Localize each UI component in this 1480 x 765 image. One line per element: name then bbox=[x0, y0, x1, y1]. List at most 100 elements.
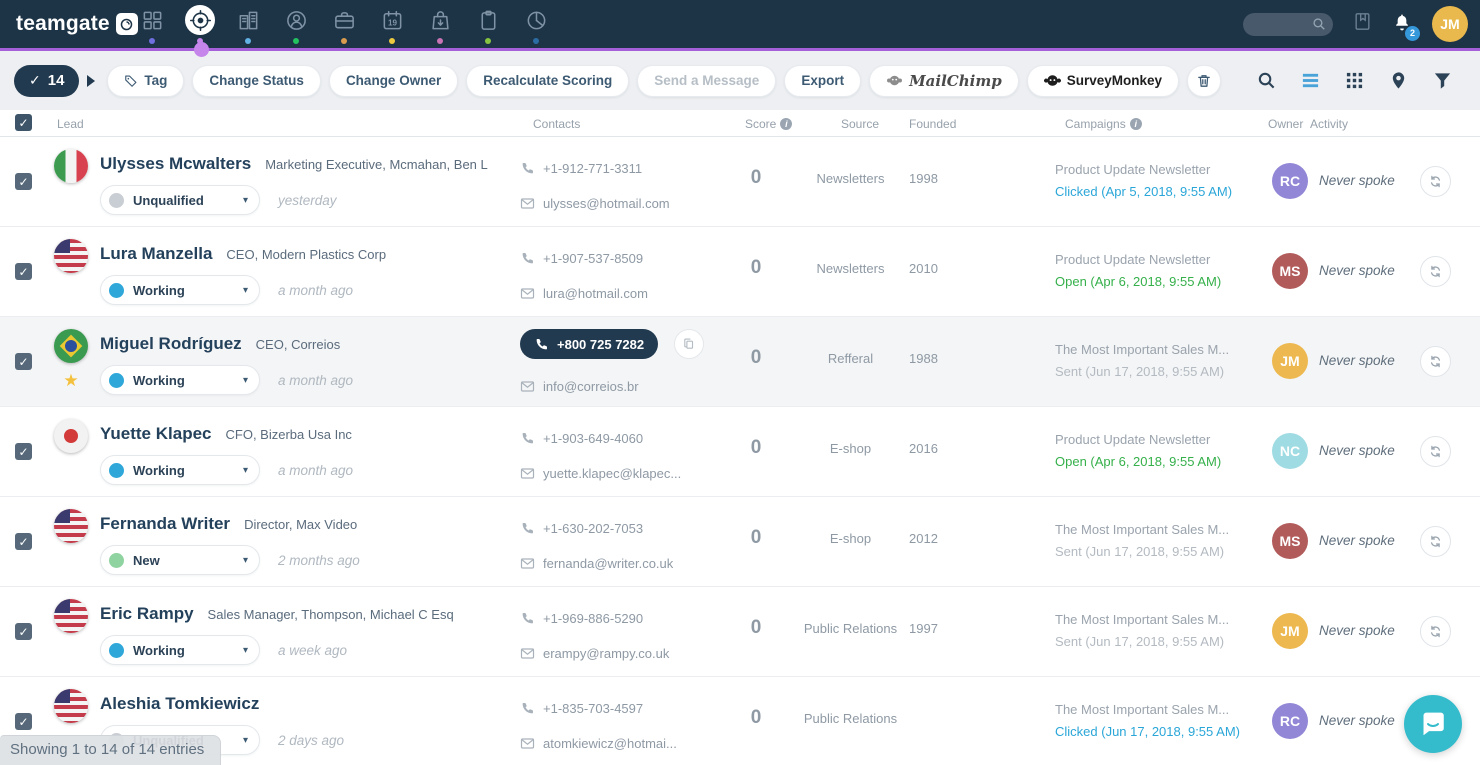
phone-number[interactable]: +1-630-202-7053 bbox=[543, 521, 643, 536]
owner-avatar[interactable]: NC bbox=[1272, 433, 1308, 469]
select-all-checkbox[interactable] bbox=[15, 114, 32, 131]
toolbar-recalculate-scoring-button[interactable]: Recalculate Scoring bbox=[466, 65, 629, 97]
lead-name[interactable]: Aleshia Tomkiewicz bbox=[100, 694, 259, 714]
email-address[interactable]: fernanda@writer.co.uk bbox=[543, 556, 673, 571]
lead-name[interactable]: Miguel Rodríguez bbox=[100, 334, 242, 354]
campaign-status[interactable]: Sent (Jun 17, 2018, 9:55 AM) bbox=[1055, 364, 1290, 379]
refresh-activity-button[interactable] bbox=[1420, 166, 1451, 197]
toolbar-send-a-message-button[interactable]: Send a Message bbox=[637, 65, 776, 97]
campaign-status[interactable]: Clicked (Apr 5, 2018, 9:55 AM) bbox=[1055, 184, 1290, 199]
row-checkbox[interactable] bbox=[15, 713, 32, 730]
campaign-status[interactable]: Clicked (Jun 17, 2018, 9:55 AM) bbox=[1055, 724, 1290, 739]
toolbar-change-owner-button[interactable]: Change Owner bbox=[329, 65, 458, 97]
phone-row[interactable]: +1-912-771-3311 bbox=[520, 161, 642, 176]
lead-name[interactable]: Eric Rampy bbox=[100, 604, 194, 624]
owner-avatar[interactable]: JM bbox=[1272, 343, 1308, 379]
column-header-campaigns: Campaigns bbox=[1065, 117, 1142, 131]
favorite-star-icon[interactable] bbox=[63, 371, 78, 391]
phone-number[interactable]: +1-969-886-5290 bbox=[543, 611, 643, 626]
phone-number[interactable]: +1-835-703-4597 bbox=[543, 701, 643, 716]
nav-item-companies[interactable] bbox=[224, 0, 272, 48]
row-checkbox[interactable] bbox=[15, 623, 32, 640]
phone-row[interactable]: +1-835-703-4597 bbox=[520, 701, 643, 716]
status-dropdown[interactable]: Working bbox=[100, 635, 260, 665]
nav-item-products[interactable] bbox=[416, 0, 464, 48]
toolbar-tag-button[interactable]: Tag bbox=[107, 65, 184, 97]
lead-name[interactable]: Fernanda Writer bbox=[100, 514, 230, 534]
refresh-activity-button[interactable] bbox=[1420, 256, 1451, 287]
phone-row[interactable]: +1-630-202-7053 bbox=[520, 521, 643, 536]
mailchimp-button[interactable]: MailChimp bbox=[869, 65, 1019, 97]
row-checkbox[interactable] bbox=[15, 173, 32, 190]
status-dropdown[interactable]: Working bbox=[100, 455, 260, 485]
phone-number[interactable]: +1-903-649-4060 bbox=[543, 431, 643, 446]
nav-item-contacts[interactable] bbox=[272, 0, 320, 48]
nav-item-deals[interactable] bbox=[320, 0, 368, 48]
teamgate-logo[interactable]: teamgate bbox=[16, 0, 138, 48]
campaign-status[interactable]: Open (Apr 6, 2018, 9:55 AM) bbox=[1055, 454, 1290, 469]
phone-number[interactable]: +800 725 7282 bbox=[557, 337, 644, 352]
refresh-activity-button[interactable] bbox=[1420, 346, 1451, 377]
info-icon[interactable] bbox=[780, 118, 792, 130]
phone-row[interactable]: +1-907-537-8509 bbox=[520, 251, 643, 266]
campaign-status[interactable]: Open (Apr 6, 2018, 9:55 AM) bbox=[1055, 274, 1290, 289]
owner-avatar[interactable]: JM bbox=[1272, 613, 1308, 649]
phone-row[interactable]: +1-903-649-4060 bbox=[520, 431, 643, 446]
surveymonkey-button[interactable]: SurveyMonkey bbox=[1027, 65, 1179, 97]
user-avatar[interactable]: JM bbox=[1432, 6, 1468, 42]
expand-selection-icon[interactable] bbox=[87, 75, 95, 87]
toolbar-export-button[interactable]: Export bbox=[784, 65, 861, 97]
selected-count-pill[interactable]: 14 bbox=[14, 65, 79, 97]
grid-view-icon[interactable] bbox=[1345, 71, 1364, 90]
owner-avatar[interactable]: MS bbox=[1272, 253, 1308, 289]
table-search-icon[interactable] bbox=[1257, 71, 1276, 90]
campaign-status[interactable]: Sent (Jun 17, 2018, 9:55 AM) bbox=[1055, 544, 1290, 559]
status-dropdown[interactable]: Working bbox=[100, 275, 260, 305]
email-address[interactable]: yuette.klapec@klapec... bbox=[543, 466, 681, 481]
nav-item-leads[interactable] bbox=[176, 0, 224, 48]
nav-item-dashboard[interactable] bbox=[128, 0, 176, 48]
saved-filters-icon[interactable] bbox=[1353, 12, 1372, 36]
chat-bubble-icon bbox=[1418, 709, 1448, 739]
refresh-activity-button[interactable] bbox=[1420, 436, 1451, 467]
row-checkbox[interactable] bbox=[15, 533, 32, 550]
refresh-activity-button[interactable] bbox=[1420, 616, 1451, 647]
status-dropdown[interactable]: Working bbox=[100, 365, 260, 395]
info-icon[interactable] bbox=[1130, 118, 1142, 130]
status-dropdown[interactable]: New bbox=[100, 545, 260, 575]
phone-row[interactable]: +1-969-886-5290 bbox=[520, 611, 643, 626]
nav-item-files[interactable] bbox=[464, 0, 512, 48]
filter-icon[interactable] bbox=[1433, 71, 1452, 90]
lead-name[interactable]: Ulysses Mcwalters bbox=[100, 154, 251, 174]
email-address[interactable]: ulysses@hotmail.com bbox=[543, 196, 670, 211]
row-checkbox[interactable] bbox=[15, 263, 32, 280]
row-checkbox[interactable] bbox=[15, 353, 32, 370]
phone-number[interactable]: +1-912-771-3311 bbox=[543, 161, 642, 176]
notifications-bell-icon[interactable]: 2 bbox=[1392, 12, 1412, 37]
delete-selected-button[interactable] bbox=[1187, 65, 1221, 97]
email-address[interactable]: info@correios.br bbox=[543, 379, 639, 394]
chat-launcher-button[interactable] bbox=[1404, 695, 1462, 753]
row-checkbox[interactable] bbox=[15, 443, 32, 460]
nav-item-calendar[interactable]: 19 bbox=[368, 0, 416, 48]
phone-number[interactable]: +1-907-537-8509 bbox=[543, 251, 643, 266]
owner-avatar[interactable]: RC bbox=[1272, 703, 1308, 739]
owner-avatar[interactable]: RC bbox=[1272, 163, 1308, 199]
toolbar-change-status-button[interactable]: Change Status bbox=[192, 65, 321, 97]
refresh-activity-button[interactable] bbox=[1420, 526, 1451, 557]
lead-name[interactable]: Lura Manzella bbox=[100, 244, 212, 264]
lead-name[interactable]: Yuette Klapec bbox=[100, 424, 212, 444]
email-address[interactable]: atomkiewicz@hotmai... bbox=[543, 736, 677, 751]
flag-avatar bbox=[54, 239, 88, 273]
list-view-icon[interactable] bbox=[1301, 71, 1320, 90]
status-dropdown[interactable]: Unqualified bbox=[100, 185, 260, 215]
map-view-icon[interactable] bbox=[1389, 71, 1408, 90]
owner-avatar[interactable]: MS bbox=[1272, 523, 1308, 559]
refresh-icon bbox=[1428, 624, 1443, 639]
nav-item-insights[interactable] bbox=[512, 0, 560, 48]
email-address[interactable]: erampy@rampy.co.uk bbox=[543, 646, 669, 661]
copy-phone-button[interactable] bbox=[674, 329, 704, 359]
campaign-status[interactable]: Sent (Jun 17, 2018, 9:55 AM) bbox=[1055, 634, 1290, 649]
phone-row[interactable]: +800 725 7282 bbox=[520, 329, 658, 359]
email-address[interactable]: lura@hotmail.com bbox=[543, 286, 648, 301]
